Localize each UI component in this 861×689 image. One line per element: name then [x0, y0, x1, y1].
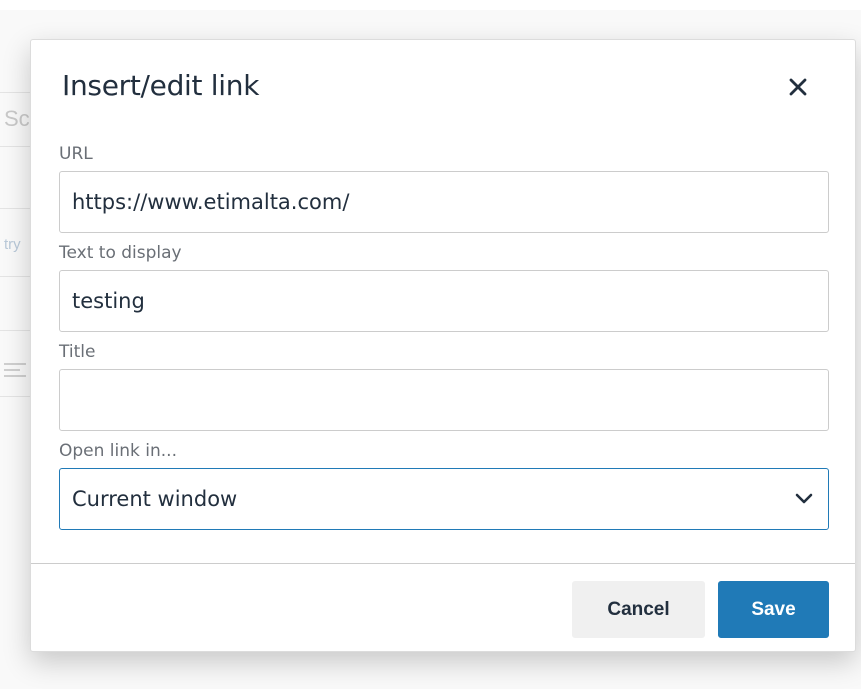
text-to-display-input[interactable]: testing	[59, 270, 829, 332]
url-label: URL	[59, 144, 93, 164]
open-link-in-select[interactable]: Current window	[59, 468, 829, 530]
text-to-display-label: Text to display	[59, 243, 182, 263]
title-label: Title	[59, 342, 96, 362]
title-input[interactable]	[59, 369, 829, 431]
close-icon	[789, 78, 807, 96]
cancel-button[interactable]: Cancel	[572, 581, 705, 638]
url-input[interactable]: https://www.etimalta.com/	[59, 171, 829, 233]
dialog-title: Insert/edit link	[62, 69, 260, 102]
insert-link-dialog: Insert/edit link URL https://www.etimalt…	[30, 39, 856, 652]
background-text-fragment: try	[4, 236, 21, 253]
page-background-top	[0, 0, 861, 10]
chevron-down-icon	[795, 493, 813, 504]
close-button[interactable]	[783, 72, 813, 102]
save-button[interactable]: Save	[718, 581, 829, 638]
background-text-fragment: Sc	[4, 106, 30, 131]
text-to-display-value: testing	[72, 289, 145, 313]
footer-divider	[31, 563, 855, 564]
open-link-in-label: Open link in...	[59, 441, 177, 461]
url-value: https://www.etimalta.com/	[72, 190, 350, 214]
align-icon	[4, 363, 26, 379]
open-link-in-value: Current window	[72, 487, 238, 511]
